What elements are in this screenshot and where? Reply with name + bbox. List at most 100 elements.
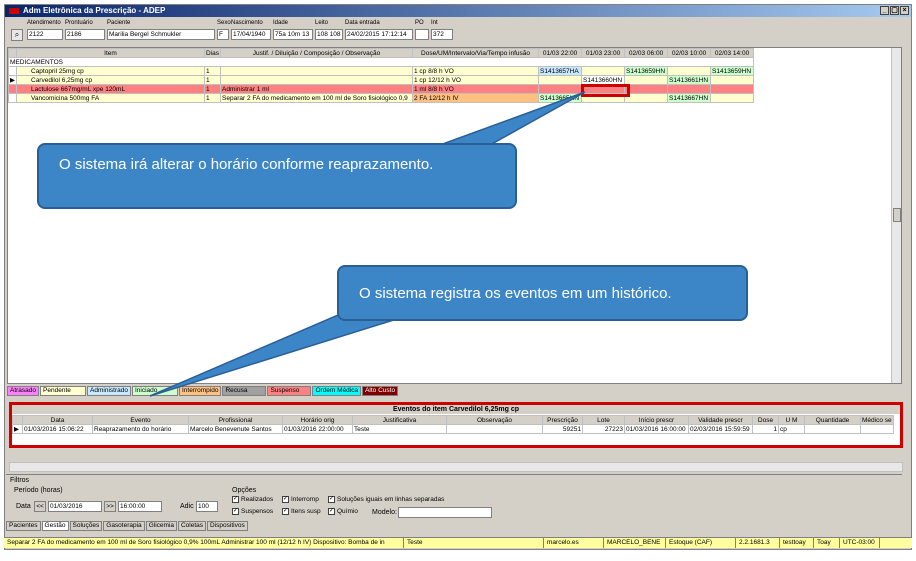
col-header[interactable]: Lote xyxy=(582,415,625,425)
search-icon[interactable]: ⌕ xyxy=(11,29,23,41)
col-header[interactable]: Início prescr xyxy=(624,415,689,425)
col-header[interactable]: Horário orig xyxy=(282,415,353,425)
tab-gasoterapia[interactable]: Gasoterapia xyxy=(103,521,145,531)
atendimento-field[interactable]: 2122 xyxy=(27,29,63,40)
option-quimio[interactable]: ✓ Químio xyxy=(328,507,358,516)
schedule-cell[interactable] xyxy=(624,84,669,94)
table-row[interactable]: Captopril 25mg cp 1 1 cp 8/8 h VO S14136… xyxy=(8,66,755,76)
schedule-cell[interactable] xyxy=(667,84,712,94)
horizontal-scrollbar[interactable] xyxy=(9,462,903,472)
tab-dispositivos[interactable]: Dispositivos xyxy=(207,521,248,531)
col-header[interactable]: 01/03 22:00 xyxy=(538,48,583,58)
leito-field[interactable]: 108 108 xyxy=(315,29,343,40)
col-header[interactable]: Médico se xyxy=(860,415,894,425)
table-row[interactable]: ▶ Carvedilol 6,25mg cp 1 1 cp 12/12 h VO… xyxy=(8,75,755,85)
item-cell[interactable]: Captopril 25mg cp xyxy=(16,66,205,76)
schedule-cell[interactable] xyxy=(667,66,712,76)
event-professional-cell[interactable]: Marcelo Benevenute Santos xyxy=(188,424,283,434)
time-input[interactable]: 16:00:00 xyxy=(118,501,162,512)
event-row[interactable]: ▶ 01/03/2016 15:06:22 Reaprazamento do h… xyxy=(12,424,894,434)
event-quantity-cell[interactable] xyxy=(804,424,861,434)
data-entrada-field[interactable]: 24/02/2015 17:12:14 xyxy=(345,29,413,40)
schedule-cell[interactable] xyxy=(538,75,583,85)
schedule-cell[interactable] xyxy=(538,84,583,94)
col-header[interactable]: Justif. / Diluição / Composição / Observ… xyxy=(220,48,414,58)
tab-solucoes[interactable]: Soluções xyxy=(69,521,103,531)
col-header[interactable]: Prescrição xyxy=(542,415,583,425)
event-lot-cell[interactable]: 27223 xyxy=(582,424,625,434)
table-row[interactable]: Lactulose 667mg/mL xpe 120mL 1 Administr… xyxy=(8,84,755,94)
item-cell[interactable]: Lactulose 667mg/mL xpe 120mL xyxy=(16,84,205,94)
col-header[interactable]: 02/03 14:00 xyxy=(710,48,755,58)
schedule-cell[interactable]: S1413657HA xyxy=(538,66,583,76)
previous-period-button[interactable]: << xyxy=(34,501,46,512)
col-header[interactable]: Evento xyxy=(92,415,189,425)
schedule-cell[interactable] xyxy=(710,84,755,94)
checkbox-icon[interactable]: ✓ xyxy=(328,507,335,515)
col-header[interactable]: Quantidade xyxy=(804,415,861,425)
sexo-field[interactable]: F xyxy=(217,29,229,40)
col-header[interactable]: Observação xyxy=(446,415,543,425)
option-solucoes-iguais[interactable]: ✓ Soluções iguais em linhas separadas xyxy=(328,495,444,504)
schedule-cell[interactable]: S1413661HN xyxy=(667,75,712,85)
idade-field[interactable]: 75a 10m 13 xyxy=(273,29,313,40)
option-suspensos[interactable]: ✓ Suspensos xyxy=(232,507,273,516)
col-header[interactable]: Profissional xyxy=(188,415,283,425)
col-header[interactable]: 02/03 10:00 xyxy=(667,48,712,58)
col-header[interactable]: 01/03 23:00 xyxy=(581,48,626,58)
event-prescription-cell[interactable]: 59251 xyxy=(542,424,583,434)
event-start-cell[interactable]: 01/03/2016 16:00:00 xyxy=(624,424,689,434)
event-unit-cell[interactable]: cp xyxy=(778,424,805,434)
event-doctor-cell[interactable] xyxy=(860,424,894,434)
item-cell[interactable]: Carvedilol 6,25mg cp xyxy=(16,75,205,85)
close-button[interactable]: × xyxy=(900,6,909,15)
schedule-cell[interactable] xyxy=(710,75,755,85)
checkbox-icon[interactable]: ✓ xyxy=(232,507,239,515)
col-header[interactable]: Dose/UM/Intervalo/Via/Tempo infusão xyxy=(412,48,540,58)
checkbox-icon[interactable]: ✓ xyxy=(282,495,289,503)
adic-input[interactable]: 100 xyxy=(196,501,218,512)
nascimento-field[interactable]: 17/04/1940 xyxy=(231,29,271,40)
po-field[interactable] xyxy=(415,29,429,40)
paciente-field[interactable]: Marilia Bergel Schmukler xyxy=(107,29,215,40)
col-header[interactable]: 02/03 06:00 xyxy=(624,48,669,58)
item-cell[interactable]: Vancomicina 500mg FA xyxy=(16,93,205,103)
tab-gestao[interactable]: Gestão xyxy=(41,521,69,531)
date-input[interactable]: 01/03/2016 xyxy=(48,501,102,512)
minimize-button[interactable]: _ xyxy=(880,6,889,15)
schedule-cell[interactable] xyxy=(710,93,755,103)
schedule-cell[interactable]: S1413665HN xyxy=(538,93,583,103)
event-type-cell[interactable]: Reaprazamento do horário xyxy=(92,424,189,434)
maximize-button[interactable]: ▢ xyxy=(890,6,899,15)
prontuario-field[interactable]: 2186 xyxy=(65,29,105,40)
col-header[interactable]: Data xyxy=(22,415,93,425)
checkbox-icon[interactable]: ✓ xyxy=(282,507,289,515)
option-itens-susp[interactable]: ✓ Itens susp xyxy=(282,507,321,516)
event-justification-cell[interactable]: Teste xyxy=(352,424,447,434)
event-date-cell[interactable]: 01/03/2016 15:06:22 xyxy=(22,424,93,434)
tab-glicemia[interactable]: Glicemia xyxy=(145,521,177,531)
option-realizados[interactable]: ✓ Realizados xyxy=(232,495,273,504)
col-header[interactable]: Dose xyxy=(752,415,779,425)
event-validity-cell[interactable]: 02/03/2016 15:59:59 xyxy=(688,424,753,434)
col-header[interactable]: Justificativa xyxy=(352,415,447,425)
tab-pacientes[interactable]: Pacientes xyxy=(6,521,41,531)
modelo-select[interactable] xyxy=(398,507,492,518)
event-original-time-cell[interactable]: 01/03/2016 22:00:00 xyxy=(282,424,353,434)
event-dose-cell[interactable]: 1 xyxy=(752,424,779,434)
table-row[interactable]: Vancomicina 500mg FA 1 Separar 2 FA do m… xyxy=(8,93,755,103)
tab-coletas[interactable]: Coletas xyxy=(177,521,207,531)
checkbox-icon[interactable]: ✓ xyxy=(328,495,335,503)
col-header[interactable]: Item xyxy=(16,48,205,58)
checkbox-icon[interactable]: ✓ xyxy=(232,495,239,503)
col-header[interactable]: U M xyxy=(778,415,805,425)
int-field[interactable]: 372 xyxy=(431,29,453,40)
schedule-cell[interactable] xyxy=(624,75,669,85)
schedule-cell[interactable]: S1413667HN xyxy=(667,93,712,103)
event-observation-cell[interactable] xyxy=(446,424,543,434)
grid-vertical-scrollbar[interactable] xyxy=(891,48,901,383)
next-period-button[interactable]: >> xyxy=(104,501,116,512)
schedule-cell[interactable] xyxy=(581,66,626,76)
schedule-cell[interactable] xyxy=(624,93,669,103)
schedule-cell[interactable]: S1413659HN xyxy=(710,66,755,76)
